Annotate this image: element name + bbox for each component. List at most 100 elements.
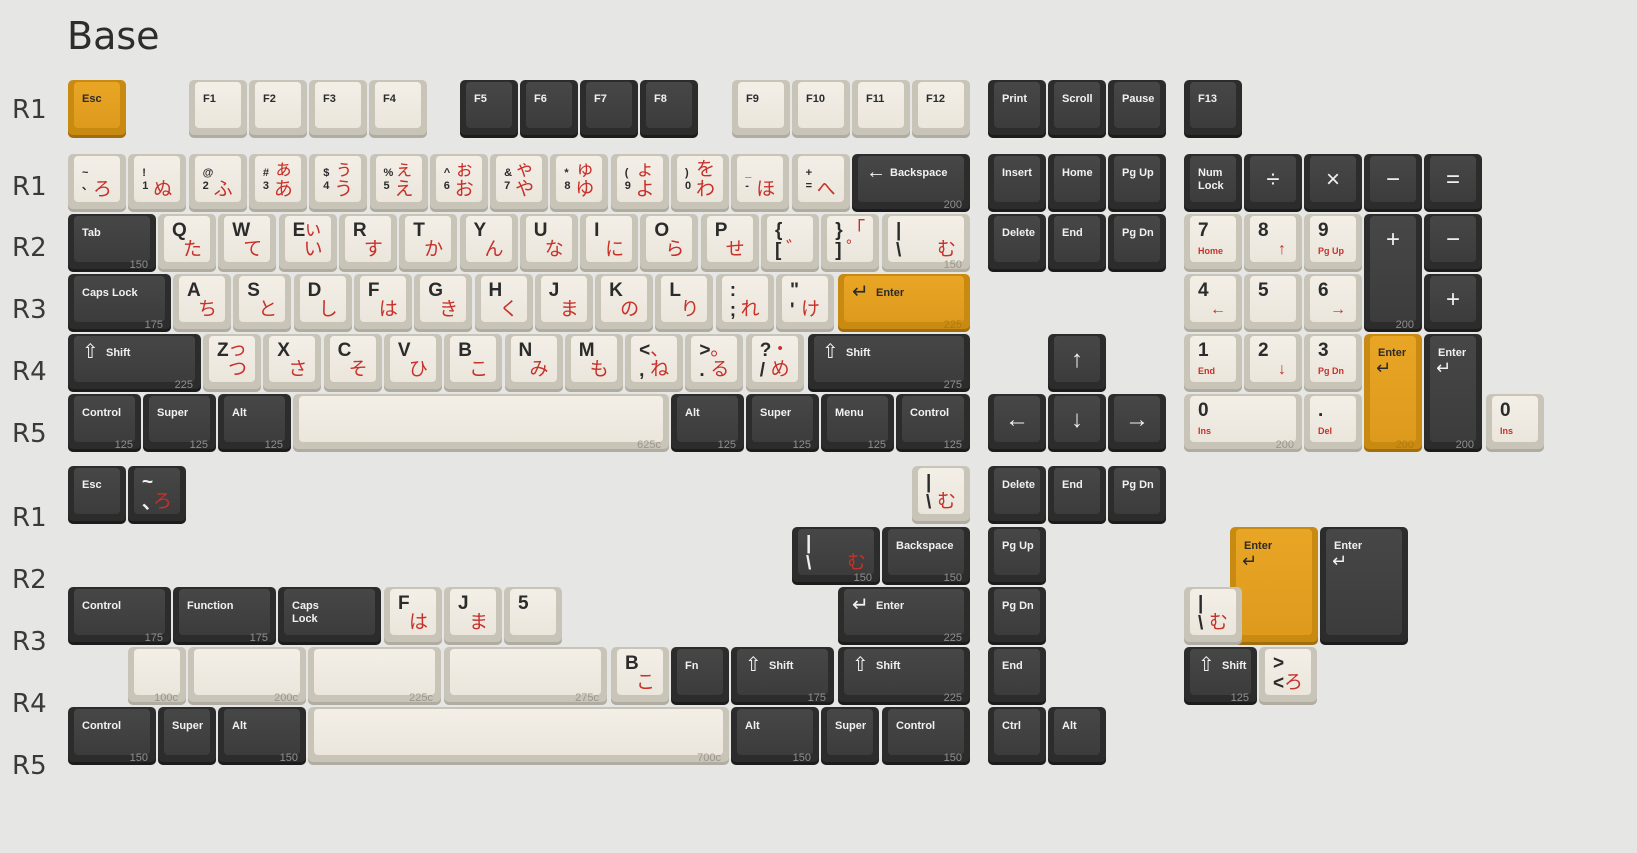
backspace-key[interactable]: ← Backspace 200 [852, 154, 970, 212]
super-100-key[interactable]: Super [158, 707, 216, 765]
number-row-key[interactable]: % 5ぇ え [369, 154, 428, 212]
right-alt-key[interactable]: Alt 125 [671, 394, 744, 452]
pg-up-alt-key[interactable]: Pg Up [988, 527, 1046, 585]
shift-175-key[interactable]: ⇧ Shift 175 [731, 647, 834, 705]
num-lock-key[interactable]: Num Lock [1184, 154, 1242, 212]
numpad-6-key[interactable]: 6 → [1304, 274, 1362, 332]
numpad-2-key[interactable]: 2 ↓ [1244, 334, 1302, 392]
letter-key[interactable]: : ; れ [715, 274, 774, 332]
backslash-iso-key[interactable]: | \ む [1184, 587, 1242, 645]
spacebar-700-key[interactable]: 700c [308, 707, 729, 765]
numpad-3-key[interactable]: 3 Pg Dn [1304, 334, 1362, 392]
letter-key[interactable]: Pせ [700, 214, 759, 272]
f13-key[interactable]: F13 [1184, 80, 1242, 138]
j-homing-key[interactable]: Jま [444, 587, 502, 645]
numpad-multiply-key[interactable]: × [1304, 154, 1362, 212]
letter-key[interactable]: Cそ [323, 334, 382, 392]
enter-key[interactable]: ↵ Enter 225 [838, 274, 970, 332]
f6-key[interactable]: F6 [520, 80, 578, 138]
enter-225-key[interactable]: ↵ Enter 225 [838, 587, 970, 645]
number-row-key[interactable]: # 3ぁ あ [248, 154, 307, 212]
number-row-key[interactable]: $ 4 ぅ う [309, 154, 368, 212]
numpad-plus-tall-key[interactable]: +200 [1364, 214, 1422, 332]
backslash-wide-key[interactable]: | \ む 150 [792, 527, 880, 585]
left-alt-key[interactable]: Alt 125 [218, 394, 291, 452]
end-alt-key[interactable]: End [1048, 466, 1106, 524]
shift-225-key[interactable]: ⇧ Shift 225 [838, 647, 970, 705]
letter-key[interactable]: Jま [534, 274, 593, 332]
letter-key[interactable]: Rす [338, 214, 397, 272]
b-key[interactable]: Bこ [611, 647, 669, 705]
alt-short-key[interactable]: Alt [1048, 707, 1106, 765]
iso-enter-key[interactable]: Enter ↵ [1230, 527, 1318, 645]
grave-alt-key[interactable]: ~ 、ろ [128, 466, 186, 524]
numpad-9-key[interactable]: 9 Pg Up [1304, 214, 1362, 272]
number-row-key[interactable]: ~ 、ろ [68, 154, 126, 212]
f8-key[interactable]: F8 [640, 80, 698, 138]
letter-key[interactable]: Vひ [383, 334, 442, 392]
letter-key[interactable]: Bこ [444, 334, 503, 392]
letter-key[interactable]: Zっ つ [203, 334, 261, 392]
numpad-dot-key[interactable]: . Del [1304, 394, 1362, 452]
delete-key[interactable]: Delete [988, 214, 1046, 272]
pg-dn-key[interactable]: Pg Dn [1108, 214, 1166, 272]
number-row-key[interactable]: @ 2ふ [188, 154, 247, 212]
up-arrow-key[interactable]: ↑ [1048, 334, 1106, 392]
letter-key[interactable]: ? / ・ め [745, 334, 804, 392]
left-super-key[interactable]: Super 125 [143, 394, 216, 452]
letter-key[interactable]: Kの [595, 274, 654, 332]
ctrl-short-key[interactable]: Ctrl [988, 707, 1046, 765]
letter-key[interactable]: Oら [640, 214, 699, 272]
letter-key[interactable]: Eぃ い [278, 214, 337, 272]
end-key[interactable]: End [1048, 214, 1106, 272]
letter-key[interactable]: " ' け [776, 274, 834, 332]
letter-key[interactable]: Aち [173, 274, 231, 332]
control-150-key[interactable]: Control 150 [68, 707, 156, 765]
letter-key[interactable]: Fは [353, 274, 412, 332]
esc-key[interactable]: Esc [68, 80, 126, 138]
f-homing-key[interactable]: Fは [384, 587, 442, 645]
spacebar-275-key[interactable]: 275c [444, 647, 607, 705]
iso-lt-key[interactable]: > < ろ [1259, 647, 1317, 705]
shift-125-key[interactable]: ⇧ Shift 125 [1184, 647, 1257, 705]
numpad-0-small-key[interactable]: 0 Ins [1486, 394, 1544, 452]
control-175-key[interactable]: Control 175 [68, 587, 171, 645]
letter-key[interactable]: Yん [459, 214, 518, 272]
letter-key[interactable]: Iに [580, 214, 639, 272]
right-super-key[interactable]: Super 125 [746, 394, 819, 452]
letter-key[interactable]: Gき [414, 274, 473, 332]
fn-key[interactable]: Fn [671, 647, 729, 705]
function-key[interactable]: Function 175 [173, 587, 276, 645]
delete-alt-key[interactable]: Delete [988, 466, 1046, 524]
esc-alt-key[interactable]: Esc [68, 466, 126, 524]
f2-key[interactable]: F2 [249, 80, 307, 138]
left-arrow-key[interactable]: ← [988, 394, 1046, 452]
right-shift-key[interactable]: ⇧ Shift 275 [808, 334, 970, 392]
spacebar-225-key[interactable]: 225c [308, 647, 441, 705]
letter-key[interactable]: Dし [293, 274, 352, 332]
caps-lock-key[interactable]: Caps Lock 175 [68, 274, 171, 332]
number-row-key[interactable]: ) 0を わ [671, 154, 729, 212]
end-alt2-key[interactable]: End [988, 647, 1046, 705]
spacebar-key[interactable]: 625c [293, 394, 669, 452]
home-key[interactable]: Home [1048, 154, 1106, 212]
letter-key[interactable]: Hく [474, 274, 533, 332]
pause-key[interactable]: Pause [1108, 80, 1166, 138]
numpad-plus-key[interactable]: + [1424, 274, 1482, 332]
super-100-right-key[interactable]: Super [821, 707, 879, 765]
numpad-equals-key[interactable]: = [1424, 154, 1482, 212]
numpad-1-key[interactable]: 1 End [1184, 334, 1242, 392]
number-row-key[interactable]: ( 9 ょ よ [610, 154, 669, 212]
f5-key[interactable]: F5 [460, 80, 518, 138]
f4-key[interactable]: F4 [369, 80, 427, 138]
letter-key[interactable]: Mも [564, 334, 623, 392]
letter-key[interactable]: Wて [218, 214, 277, 272]
numpad-divide-key[interactable]: ÷ [1244, 154, 1302, 212]
numpad-enter-dark-key[interactable]: Enter 200 ↵ [1424, 334, 1482, 452]
letter-key[interactable]: Nみ [504, 334, 563, 392]
letter-key[interactable]: Qた [158, 214, 216, 272]
f1-key[interactable]: F1 [189, 80, 247, 138]
numpad-5-key[interactable]: 5 [1244, 274, 1302, 332]
numpad-7-key[interactable]: 7 Home [1184, 214, 1242, 272]
pg-dn-alt2-key[interactable]: Pg Dn [988, 587, 1046, 645]
